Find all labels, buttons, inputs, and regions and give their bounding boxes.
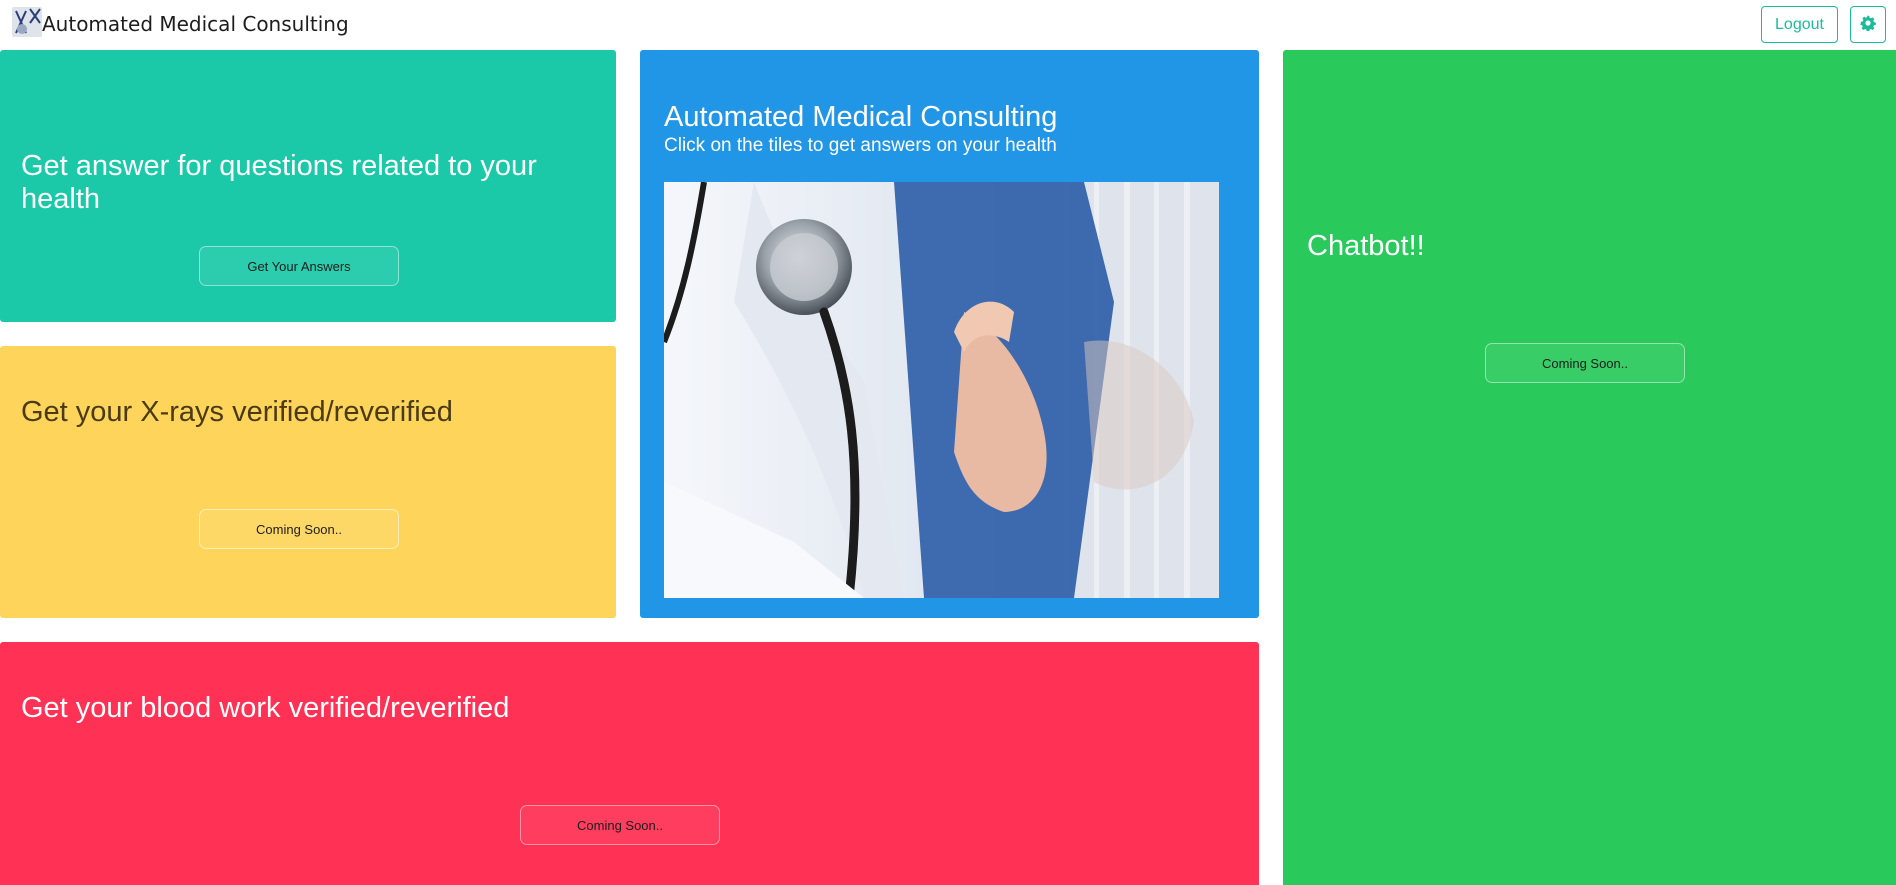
intro-title: Automated Medical Consulting	[664, 101, 1058, 133]
tile-title: Get your X-rays verified/reverified	[21, 396, 453, 428]
chatbot-coming-soon-button[interactable]: Coming Soon..	[1485, 343, 1685, 383]
tile-health-questions[interactable]: Get answer for questions related to your…	[0, 50, 616, 322]
logout-button[interactable]: Logout	[1761, 6, 1838, 43]
bloodwork-title: Get your blood work verified/reverified	[21, 692, 510, 724]
gear-icon	[1860, 15, 1876, 34]
chatbot-title: Chatbot!!	[1307, 230, 1425, 262]
navbar: Automated Medical Consulting Logout	[0, 0, 1896, 50]
logo-image[interactable]	[12, 7, 42, 37]
tile-bloodwork[interactable]: Get your blood work verified/reverified …	[0, 642, 1259, 885]
settings-button[interactable]	[1850, 6, 1886, 43]
tile-xrays[interactable]: Get your X-rays verified/reverified Comi…	[0, 346, 616, 618]
tile-title: Get answer for questions related to your…	[21, 150, 537, 215]
doctor-stethoscope-image	[664, 182, 1219, 598]
brand-title[interactable]: Automated Medical Consulting	[42, 12, 349, 36]
xrays-coming-soon-button[interactable]: Coming Soon..	[199, 509, 399, 549]
tile-intro[interactable]: Automated Medical Consulting Click on th…	[640, 50, 1259, 618]
intro-subtitle: Click on the tiles to get answers on you…	[664, 135, 1057, 156]
bloodwork-coming-soon-button[interactable]: Coming Soon..	[520, 805, 720, 845]
tile-chatbot[interactable]: Chatbot!! Coming Soon..	[1283, 50, 1896, 885]
get-answers-button[interactable]: Get Your Answers	[199, 246, 399, 286]
